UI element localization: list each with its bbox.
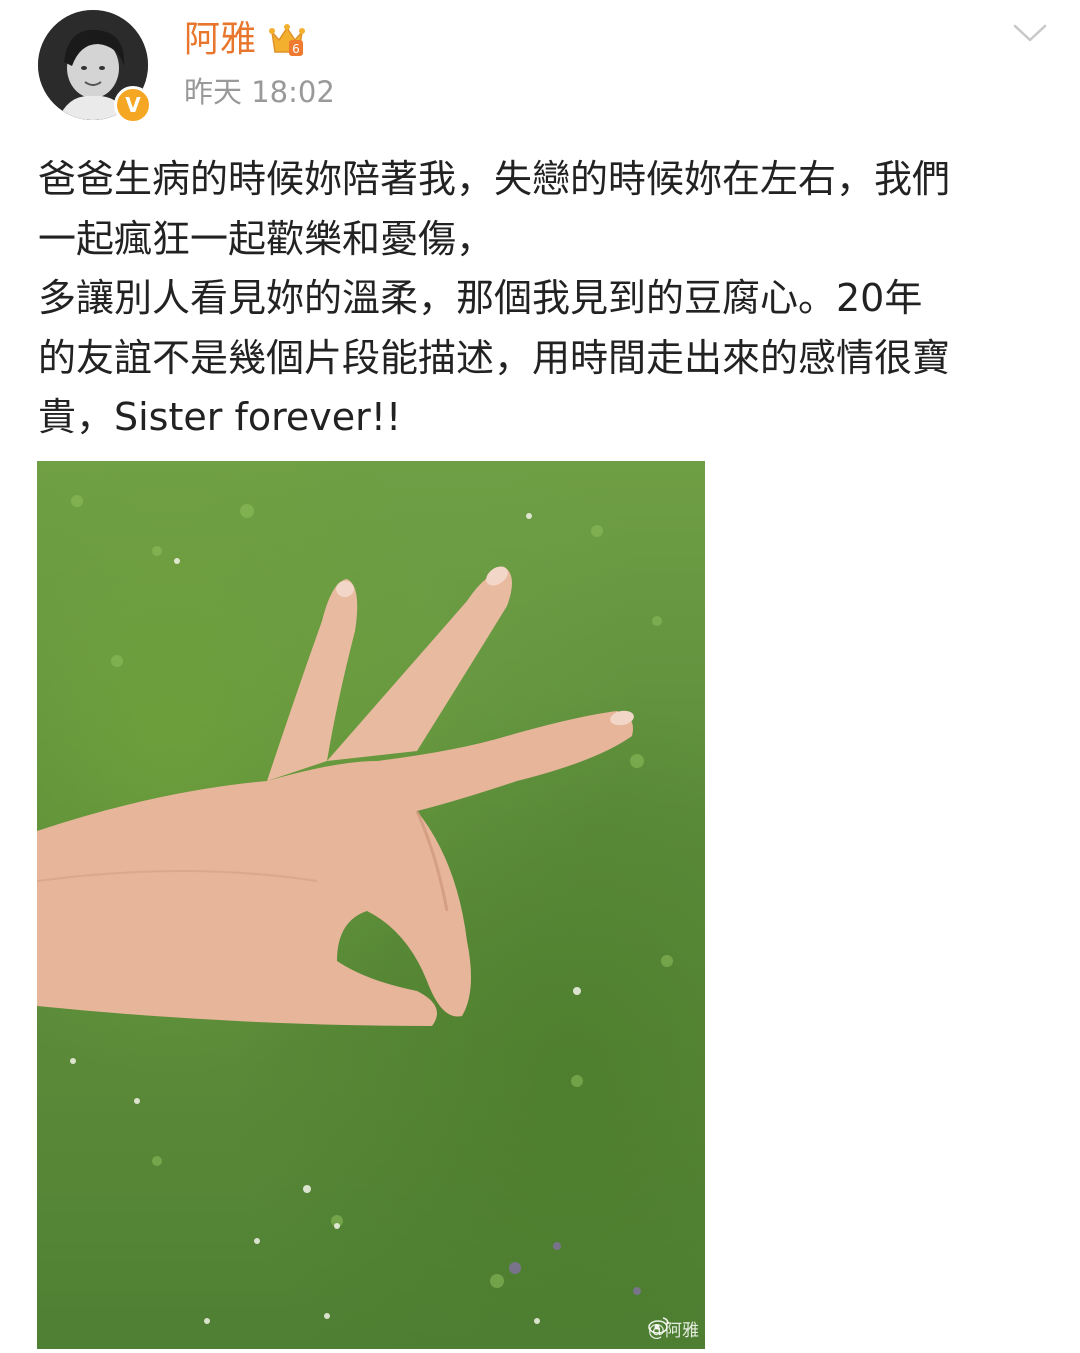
avatar[interactable]: V	[38, 10, 152, 124]
weibo-post: V 阿雅 6 昨天 18:02 爸爸生病的時候妳陪著我，失戀的時候妳在左右，我們…	[0, 0, 1080, 1353]
vip-level: 6	[292, 42, 300, 56]
weibo-logo-icon	[648, 1317, 669, 1334]
verified-badge-icon: V	[114, 86, 152, 124]
image-watermark: @阿雅	[648, 1316, 699, 1341]
post-text: 爸爸生病的時候妳陪著我，失戀的時候妳在左右，我們 一起瘋狂一起歡樂和憂傷， 多讓…	[38, 157, 951, 439]
hand-gesture-illustration	[37, 495, 673, 1324]
post-timestamp: 昨天 18:02	[184, 75, 335, 109]
post-image[interactable]: @阿雅	[37, 461, 705, 1349]
username[interactable]: 阿雅	[184, 18, 256, 62]
chevron-down-icon[interactable]	[1012, 20, 1048, 46]
crown-icon[interactable]: 6	[268, 22, 306, 58]
